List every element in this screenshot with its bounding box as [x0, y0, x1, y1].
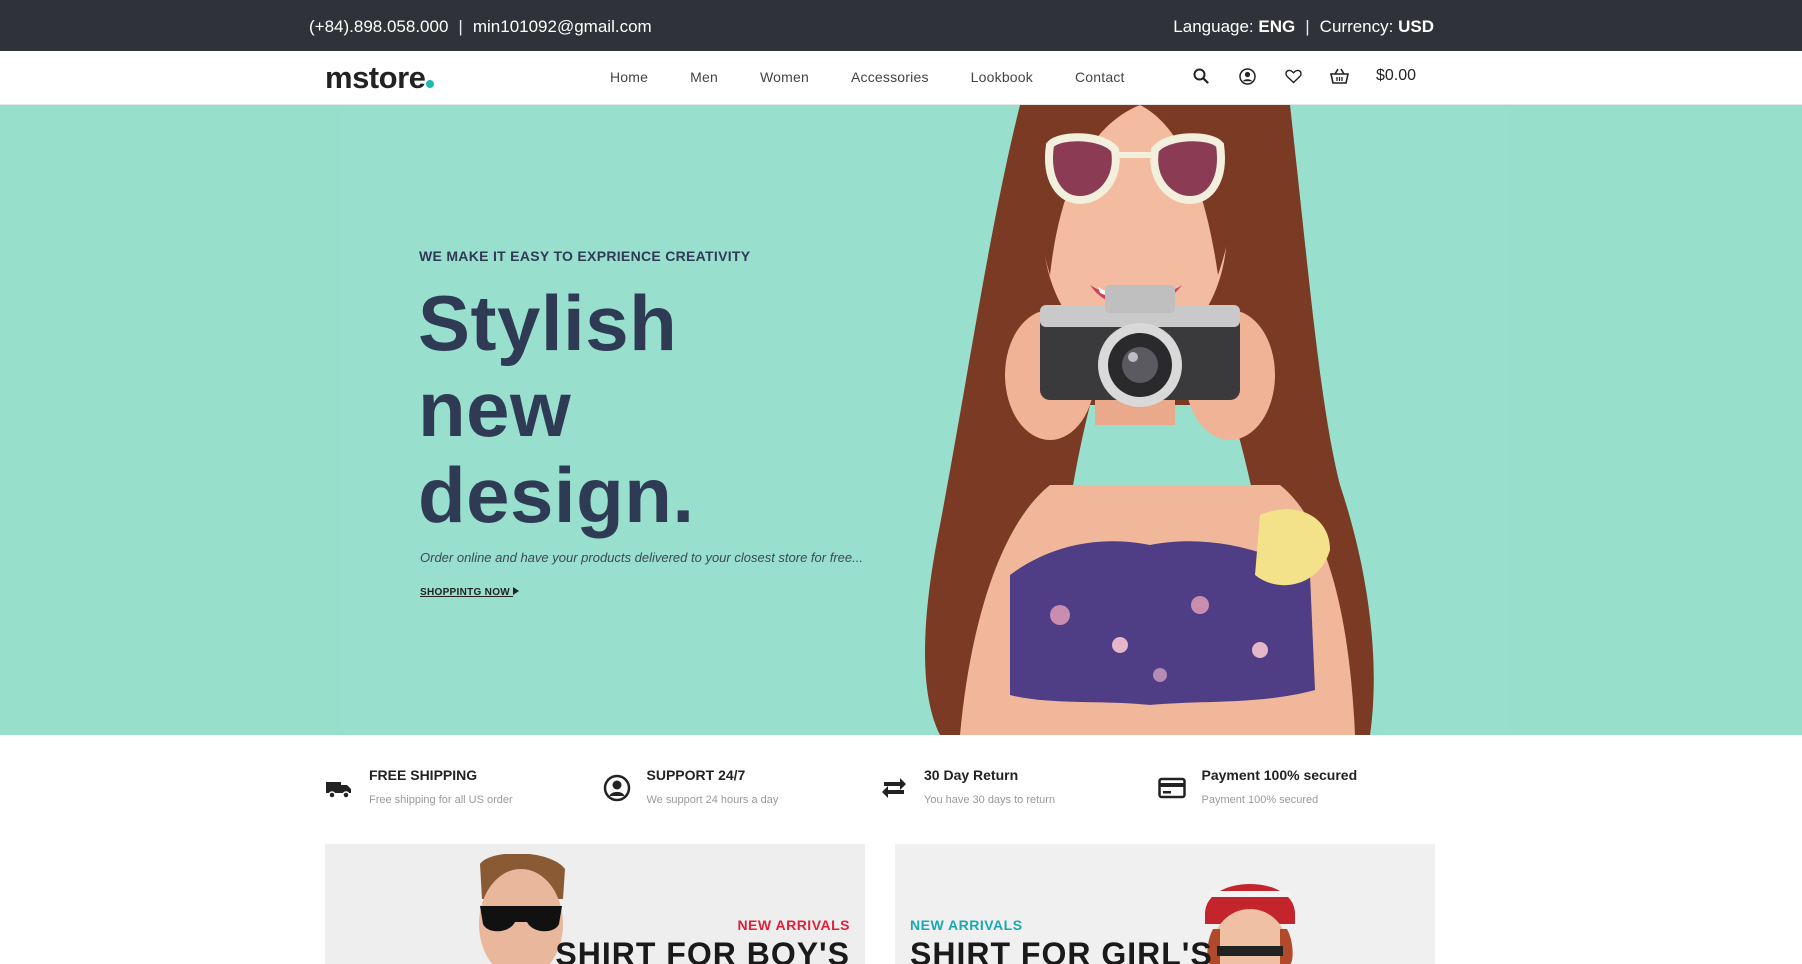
language-label: Language: [1173, 17, 1254, 36]
headline-line-3: design. [418, 451, 695, 539]
feature-subtitle: We support 24 hours a day [646, 794, 779, 806]
hero-banner: WE MAKE IT EASY TO EXPRIENCE CREATIVITY … [0, 105, 1802, 735]
main-navbar: mstore Home Men Women Accessories Lookbo… [0, 51, 1802, 105]
separator: | [1305, 17, 1310, 36]
header-icons: $0.00 [1190, 65, 1416, 87]
headline-line-1: Stylish [418, 279, 678, 367]
logo[interactable]: mstore [325, 60, 435, 96]
menu-item-contact[interactable]: Contact [1054, 69, 1146, 85]
shop-now-button[interactable]: SHOPPINTG NOW [420, 587, 520, 598]
banner-title: SHIRT FOR BOY'S [555, 936, 850, 964]
menu-item-men[interactable]: Men [669, 69, 739, 85]
email-link[interactable]: min101092@gmail.com [473, 17, 652, 37]
return-icon [882, 778, 906, 798]
feature-subtitle: Payment 100% secured [1201, 794, 1319, 806]
main-menu: Home Men Women Accessories Lookbook Cont… [600, 69, 1146, 85]
top-bar: (+84).898.058.000 | min101092@gmail.com … [0, 0, 1802, 51]
feature-subtitle: You have 30 days to return [924, 794, 1056, 806]
language-selector[interactable]: Language: ENG [1173, 17, 1295, 37]
logo-text: mstore [325, 60, 426, 95]
contact-info: (+84).898.058.000 | min101092@gmail.com [309, 17, 652, 37]
currency-selector[interactable]: Currency: USD [1320, 17, 1434, 37]
banner-boys[interactable]: NEW ARRIVALS SHIRT FOR BOY'S [325, 844, 865, 964]
currency-value: USD [1398, 17, 1434, 36]
separator: | [458, 17, 463, 36]
card-icon [1157, 777, 1186, 799]
user-circle-icon [603, 774, 630, 802]
banner-title: SHIRT FOR GIRL'S [910, 936, 1213, 964]
heart-icon[interactable] [1282, 65, 1304, 87]
menu-item-lookbook[interactable]: Lookbook [950, 69, 1054, 85]
feature-subtitle: Free shipping for all US order [369, 794, 513, 806]
language-value: ENG [1258, 17, 1296, 36]
menu-item-women[interactable]: Women [739, 69, 830, 85]
hero-eyebrow: WE MAKE IT EASY TO EXPRIENCE CREATIVITY [419, 248, 751, 264]
menu-item-home[interactable]: Home [600, 69, 669, 85]
shop-now-label: SHOPPINTG NOW [420, 587, 511, 598]
hero-subtext: Order online and have your products deli… [420, 550, 863, 565]
feature-title: 30 Day Return [924, 767, 1019, 783]
feature-payment: Payment 100% secured Payment 100% secure… [1157, 760, 1436, 820]
feature-return: 30 Day Return You have 30 days to return [880, 760, 1158, 820]
feature-title: SUPPORT 24/7 [646, 767, 746, 783]
feature-title: FREE SHIPPING [369, 767, 478, 783]
user-icon[interactable] [1236, 65, 1258, 87]
hero-headline: Stylish new design. [418, 280, 695, 538]
banner-tag: NEW ARRIVALS [737, 917, 850, 933]
phone-number[interactable]: (+84).898.058.000 [309, 17, 448, 37]
basket-icon[interactable] [1328, 65, 1350, 87]
logo-dot [426, 80, 435, 88]
banner-tag: NEW ARRIVALS [910, 917, 1023, 933]
search-icon[interactable] [1190, 65, 1212, 87]
features-row: FREE SHIPPING Free shipping for all US o… [325, 760, 1435, 820]
headline-line-2: new [418, 365, 572, 453]
feature-free-shipping: FREE SHIPPING Free shipping for all US o… [325, 760, 603, 820]
menu-item-accessories[interactable]: Accessories [830, 69, 950, 85]
locale-settings: Language: ENG | Currency: USD [1173, 17, 1434, 37]
caret-right-icon [513, 587, 520, 595]
banner-girls[interactable]: NEW ARRIVALS SHIRT FOR GIRL'S [895, 844, 1435, 964]
truck-icon [326, 782, 351, 799]
feature-support: SUPPORT 24/7 We support 24 hours a day [603, 760, 881, 820]
currency-label: Currency: [1319, 17, 1394, 36]
feature-title: Payment 100% secured [1201, 767, 1358, 783]
cart-total[interactable]: $0.00 [1376, 67, 1416, 85]
hero-model-image [925, 105, 1374, 735]
